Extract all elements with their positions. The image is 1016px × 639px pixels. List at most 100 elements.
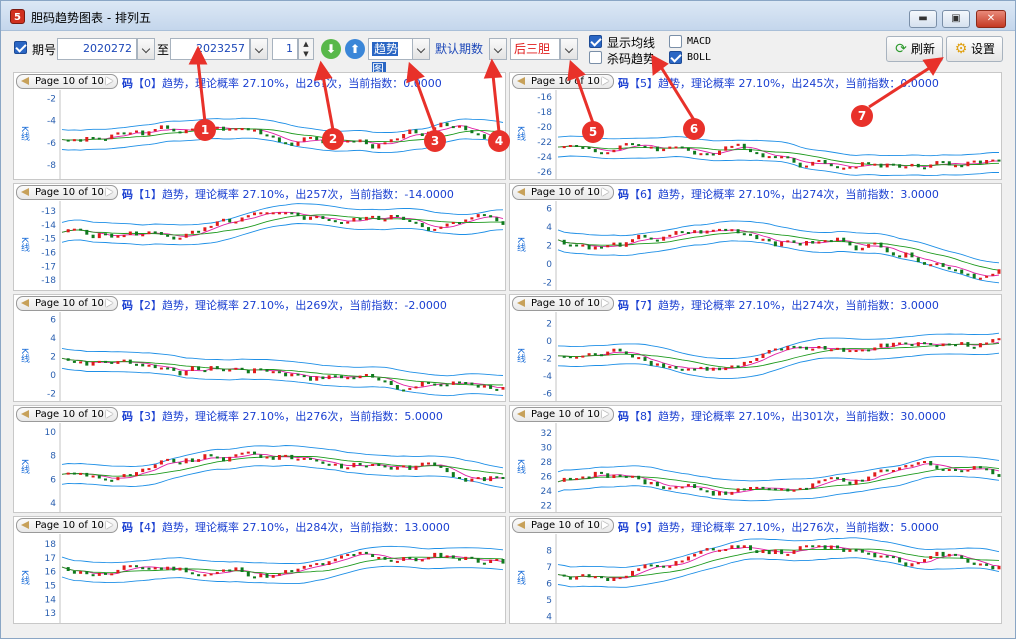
candle-down <box>954 269 957 272</box>
boll-checkbox[interactable] <box>669 51 682 64</box>
period-to-field[interactable]: 2023257 <box>170 38 250 60</box>
pager-next-icon[interactable] <box>105 521 113 529</box>
pager-next-icon[interactable] <box>601 77 609 85</box>
y-tick-label: 24 <box>541 487 553 497</box>
chart-pager[interactable]: Page 10 of 10 <box>512 407 614 422</box>
pager-prev-icon[interactable] <box>517 410 525 418</box>
period-checkbox[interactable] <box>14 41 27 54</box>
pager-prev-icon[interactable] <box>517 188 525 196</box>
spin-down-icon[interactable]: ▼ <box>303 50 308 58</box>
pager-prev-icon[interactable] <box>517 521 525 529</box>
candle-down <box>742 233 746 236</box>
trend-chart-panel-4: Page 10 of 10 码【4】趋势，理论概率 27.10%，出284次，当前… <box>13 516 506 624</box>
chart-title: 码【1】趋势，理论概率 27.10%，出257次，当前指数：-14.0000 <box>122 188 454 201</box>
period-mode-select[interactable]: 默认期数 <box>431 38 489 60</box>
pager-next-icon[interactable] <box>105 410 113 418</box>
candle-up <box>686 484 690 487</box>
candle-down <box>172 458 176 463</box>
pager-next-icon[interactable] <box>601 188 609 196</box>
candle-down <box>371 554 375 557</box>
candle-up <box>718 491 721 496</box>
chart-pager[interactable]: Page 10 of 10 <box>512 185 614 200</box>
y-tick-label: -4 <box>47 117 56 127</box>
candle-up <box>649 482 653 485</box>
pager-next-icon[interactable] <box>105 77 113 85</box>
pager-prev-icon[interactable] <box>21 77 29 85</box>
next-page-button[interactable]: ⬇ <box>321 39 341 59</box>
chart-pager[interactable]: Page 10 of 10 <box>16 296 118 311</box>
candle-down <box>954 344 957 347</box>
candle-down <box>178 131 182 134</box>
chart-type-dropdown[interactable] <box>412 38 430 60</box>
pager-prev-icon[interactable] <box>517 77 525 85</box>
position-dropdown[interactable] <box>560 38 578 60</box>
candle-up <box>271 575 275 578</box>
app-window: 5 胆码趋势图表 - 排列五 ▬ ▣ ✕ 期号 2020272 至 202325… <box>0 0 1016 639</box>
pager-next-icon[interactable] <box>105 188 113 196</box>
candle-down <box>296 373 300 376</box>
annotation-marker-1: 1 <box>194 119 216 141</box>
boll-lower-line <box>61 367 504 397</box>
spin-up-icon[interactable]: ▲ <box>303 40 308 48</box>
title-bar[interactable]: 5 胆码趋势图表 - 排列五 ▬ ▣ ✕ <box>1 1 1015 31</box>
close-button[interactable]: ✕ <box>976 10 1006 28</box>
pager-next-icon[interactable] <box>601 299 609 307</box>
candle-down <box>395 385 399 390</box>
candle-up <box>427 462 430 465</box>
settings-button[interactable]: ⚙ 设置 <box>946 36 1003 62</box>
candle-up <box>755 486 759 489</box>
pager-prev-icon[interactable] <box>21 299 29 307</box>
candle-down <box>104 138 107 141</box>
chart-type-select[interactable]: 趋势图 <box>368 38 413 76</box>
y-tick-label: 8 <box>546 546 552 556</box>
chart-pager[interactable]: Page 10 of 10 <box>512 74 614 89</box>
period-mode-dropdown[interactable] <box>489 38 507 60</box>
kill-trend-checkbox[interactable] <box>589 51 602 64</box>
pager-next-icon[interactable] <box>601 521 609 529</box>
candle-down <box>705 366 709 371</box>
period-from-field[interactable]: 2020272 <box>57 38 137 60</box>
prev-page-button[interactable]: ⬆ <box>345 39 365 59</box>
candle-down <box>780 348 784 351</box>
candle-down <box>91 234 95 239</box>
y-tick-label: -18 <box>41 276 56 286</box>
macd-checkbox[interactable] <box>669 35 682 48</box>
chart-pager[interactable]: Page 10 of 10 <box>16 518 118 533</box>
candle-down <box>489 215 493 218</box>
period-to-dropdown[interactable] <box>250 38 268 60</box>
pager-prev-icon[interactable] <box>21 188 29 196</box>
candle-down <box>259 368 263 371</box>
position-select[interactable]: 后三胆 <box>510 38 560 60</box>
kill-trend-label: 杀码趋势 <box>607 52 656 66</box>
candle-down <box>464 125 468 131</box>
chart-pager[interactable]: Page 10 of 10 <box>16 185 118 200</box>
pager-prev-icon[interactable] <box>21 521 29 529</box>
candle-down <box>997 159 1001 162</box>
period-from-dropdown[interactable] <box>137 38 155 60</box>
chart-pager[interactable]: Page 10 of 10 <box>16 407 118 422</box>
chart-pager[interactable]: Page 10 of 10 <box>512 296 614 311</box>
candle-up <box>749 361 752 363</box>
chart-header: Page 10 of 10 码【3】趋势，理论概率 27.10%，出276次，当前… <box>14 406 505 423</box>
minimize-button[interactable]: ▬ <box>909 10 937 28</box>
pager-next-icon[interactable] <box>105 299 113 307</box>
chart-pager[interactable]: Page 10 of 10 <box>512 518 614 533</box>
step-field[interactable]: 1 <box>272 38 298 60</box>
pager-next-icon[interactable] <box>601 410 609 418</box>
candle-up <box>867 476 871 481</box>
y-tick-label: 4 <box>50 499 56 509</box>
candle-up <box>742 545 746 548</box>
candle-down <box>923 167 926 170</box>
pager-prev-icon[interactable] <box>517 299 525 307</box>
chart-pager[interactable]: Page 10 of 10 <box>16 74 118 89</box>
refresh-button[interactable]: ⟳ 刷新 <box>886 36 943 62</box>
y-tick-label: 14 <box>45 595 57 605</box>
candle-down <box>433 462 437 466</box>
step-spinner[interactable]: ▲ ▼ <box>298 38 314 60</box>
candle-down <box>929 343 933 345</box>
show-ma-checkbox[interactable] <box>589 35 602 48</box>
y-tick-label: 28 <box>541 458 553 468</box>
candle-down <box>662 486 666 489</box>
pager-prev-icon[interactable] <box>21 410 29 418</box>
maximize-button[interactable]: ▣ <box>942 10 970 28</box>
